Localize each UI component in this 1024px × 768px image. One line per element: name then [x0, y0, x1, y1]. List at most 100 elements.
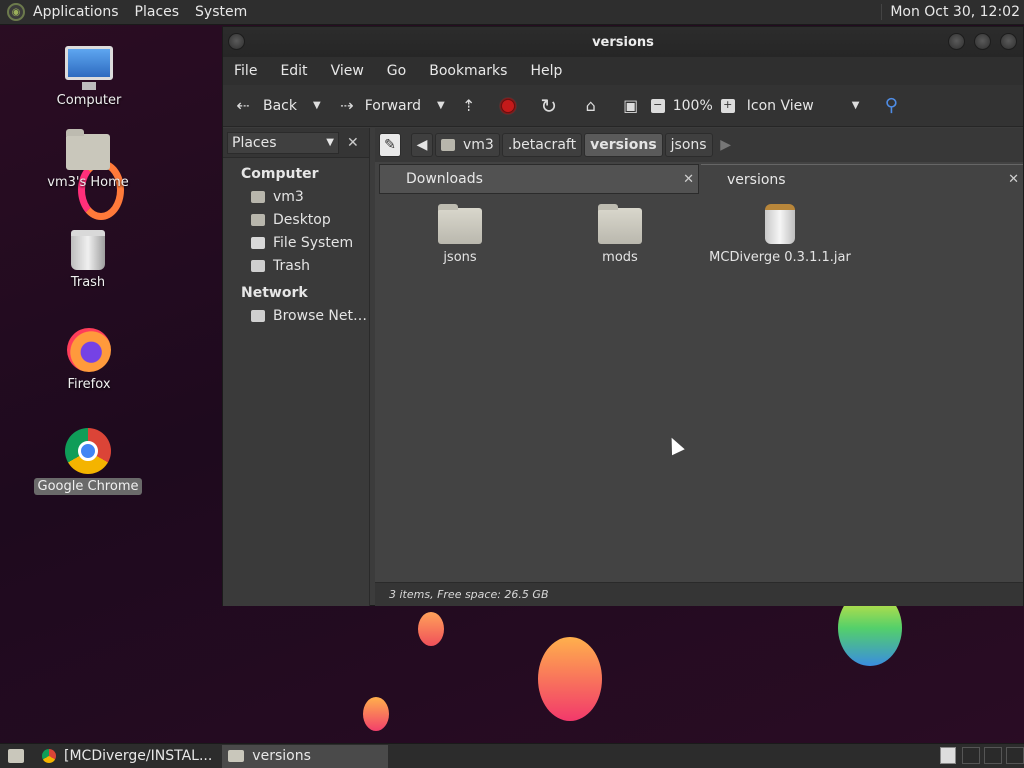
sidebar-header: Places ▼ ✕	[223, 128, 369, 158]
workspace-2[interactable]	[962, 747, 980, 764]
stop-button[interactable]	[498, 96, 517, 115]
file-item[interactable]: mods	[550, 204, 690, 265]
breadcrumb-label: versions	[590, 137, 657, 153]
chrome-icon	[65, 428, 111, 474]
sidebar-selector[interactable]: Places ▼	[227, 131, 339, 154]
menu-file[interactable]: File	[234, 63, 257, 79]
back-history-dropdown-icon[interactable]: ▼	[313, 100, 321, 111]
desktop-icon-label: Computer	[56, 93, 122, 108]
content-pane: ✎ ◀ vm3 .betacraft versions jsons ▶ Down…	[375, 128, 1023, 606]
close-window-button[interactable]	[1000, 33, 1017, 50]
reload-icon: ↻	[540, 93, 558, 118]
system-menu[interactable]: System	[195, 4, 247, 20]
workspace-3[interactable]	[984, 747, 1002, 764]
file-item[interactable]: jsons	[390, 204, 530, 265]
menu-help[interactable]: Help	[530, 63, 562, 79]
forward-button[interactable]: ⇢ Forward ▼	[337, 96, 445, 116]
zoom-out-icon[interactable]: −	[650, 98, 665, 113]
close-tab-icon[interactable]: ✕	[683, 172, 694, 187]
menubar: File Edit View Go Bookmarks Help	[223, 57, 1023, 85]
sidebar-close-icon[interactable]: ✕	[347, 135, 359, 151]
sidebar-section-network: Network	[241, 285, 308, 301]
tab-versions[interactable]: versions ✕	[701, 164, 1023, 194]
sidebar-item-desktop[interactable]: Desktop	[223, 208, 369, 231]
workspace-1[interactable]	[940, 747, 956, 764]
file-name: MCDiverge 0.3.1.1.jar	[709, 250, 851, 265]
maximize-button[interactable]	[974, 33, 991, 50]
computer-icon: ▣	[623, 96, 639, 115]
zoom-level[interactable]: 100%	[673, 98, 713, 114]
path-scroll-left-icon[interactable]: ◀	[411, 133, 433, 157]
folder-icon	[438, 204, 482, 244]
zoom-control: − 100% +	[650, 98, 735, 114]
workspace-4[interactable]	[1006, 747, 1024, 764]
computer-icon	[65, 46, 113, 90]
file-item[interactable]: MCDiverge 0.3.1.1.jar	[705, 204, 855, 265]
desktop-icon-computer[interactable]: Computer	[34, 46, 144, 109]
desktop-icon-chrome[interactable]: Google Chrome	[33, 428, 143, 495]
menu-bookmarks[interactable]: Bookmarks	[429, 63, 507, 79]
stop-icon	[498, 96, 517, 115]
sidebar-item-label: File System	[273, 234, 354, 251]
breadcrumb-jsons[interactable]: jsons	[664, 133, 713, 157]
show-desktop-icon[interactable]	[8, 749, 24, 763]
home-button[interactable]: ⌂	[581, 96, 601, 116]
file-icon-view[interactable]: jsons mods MCDiverge 0.3.1.1.jar	[375, 196, 1023, 582]
status-text: 3 items, Free space: 26.5 GB	[389, 588, 549, 601]
file-name: jsons	[443, 250, 477, 265]
bottom-panel: [MCDiverge/INSTAL... versions	[0, 743, 1024, 768]
sidebar-item-file-system[interactable]: File System	[223, 231, 369, 254]
window-title: versions	[592, 34, 654, 50]
path-scroll-right-icon[interactable]: ▶	[715, 133, 737, 157]
sidebar-item-vm3[interactable]: vm3	[223, 185, 369, 208]
menu-go[interactable]: Go	[387, 63, 406, 79]
computer-button[interactable]: ▣	[621, 96, 641, 116]
tab-bar: Downloads ✕ versions ✕	[375, 162, 1023, 196]
desktop-icon-trash[interactable]: Trash	[33, 230, 143, 291]
distro-logo-icon[interactable]: ◉	[7, 3, 25, 21]
search-button[interactable]: ⚲	[881, 95, 901, 116]
taskbar-item-chrome[interactable]: [MCDiverge/INSTAL...	[36, 745, 218, 768]
trash-icon	[251, 259, 265, 272]
breadcrumb-betacraft[interactable]: .betacraft	[501, 133, 583, 157]
window-titlebar[interactable]: versions	[223, 27, 1023, 57]
desktop-icon-home[interactable]: vm3's Home	[33, 129, 143, 191]
path-bar: ✎ ◀ vm3 .betacraft versions jsons ▶	[375, 128, 1023, 162]
sidebar-item-label: Browse Net…	[273, 307, 368, 324]
up-button[interactable]: ⇡	[459, 96, 479, 116]
menu-edit[interactable]: Edit	[280, 63, 307, 79]
desktop-icon-label: Trash	[70, 275, 106, 290]
sidebar-item-trash[interactable]: Trash	[223, 254, 369, 277]
reload-button[interactable]: ↻	[539, 93, 559, 118]
menu-view[interactable]: View	[331, 63, 364, 79]
breadcrumb-label: vm3	[463, 137, 494, 153]
sidebar-section-computer: Computer	[241, 166, 319, 182]
places-menu[interactable]: Places	[135, 4, 180, 20]
clock[interactable]: Mon Oct 30, 12:02	[881, 4, 1020, 20]
chrome-icon	[42, 749, 56, 763]
search-icon: ⚲	[884, 95, 898, 116]
edit-location-icon[interactable]: ✎	[379, 133, 401, 157]
taskbar-item-versions[interactable]: versions	[222, 744, 389, 768]
tab-downloads[interactable]: Downloads ✕	[379, 164, 699, 194]
back-button[interactable]: ⇠ Back ▼	[233, 96, 321, 116]
view-mode-select[interactable]: Icon View ▼	[747, 98, 860, 114]
folder-icon	[228, 750, 245, 762]
breadcrumb-versions[interactable]: versions	[584, 133, 663, 157]
sidebar-item-browse-network[interactable]: Browse Net…	[223, 304, 369, 327]
status-bar: 3 items, Free space: 26.5 GB	[375, 582, 1023, 606]
sidebar: Places ▼ ✕ Computer vm3 Desktop File Sys…	[223, 128, 370, 606]
minimize-button[interactable]	[948, 33, 965, 50]
breadcrumb-vm3[interactable]: vm3	[435, 133, 500, 157]
forward-history-dropdown-icon[interactable]: ▼	[437, 100, 445, 111]
firefox-icon	[67, 328, 111, 372]
desktop-icon-firefox[interactable]: Firefox	[34, 328, 144, 393]
folder-icon	[598, 204, 642, 244]
applications-menu[interactable]: Applications	[33, 4, 119, 20]
close-tab-icon[interactable]: ✕	[1008, 172, 1019, 187]
window-menu-button[interactable]	[228, 33, 245, 50]
zoom-in-icon[interactable]: +	[720, 98, 735, 113]
sidebar-item-label: Desktop	[273, 211, 331, 228]
wallpaper-blob	[363, 697, 389, 731]
wallpaper-blob	[538, 637, 602, 721]
